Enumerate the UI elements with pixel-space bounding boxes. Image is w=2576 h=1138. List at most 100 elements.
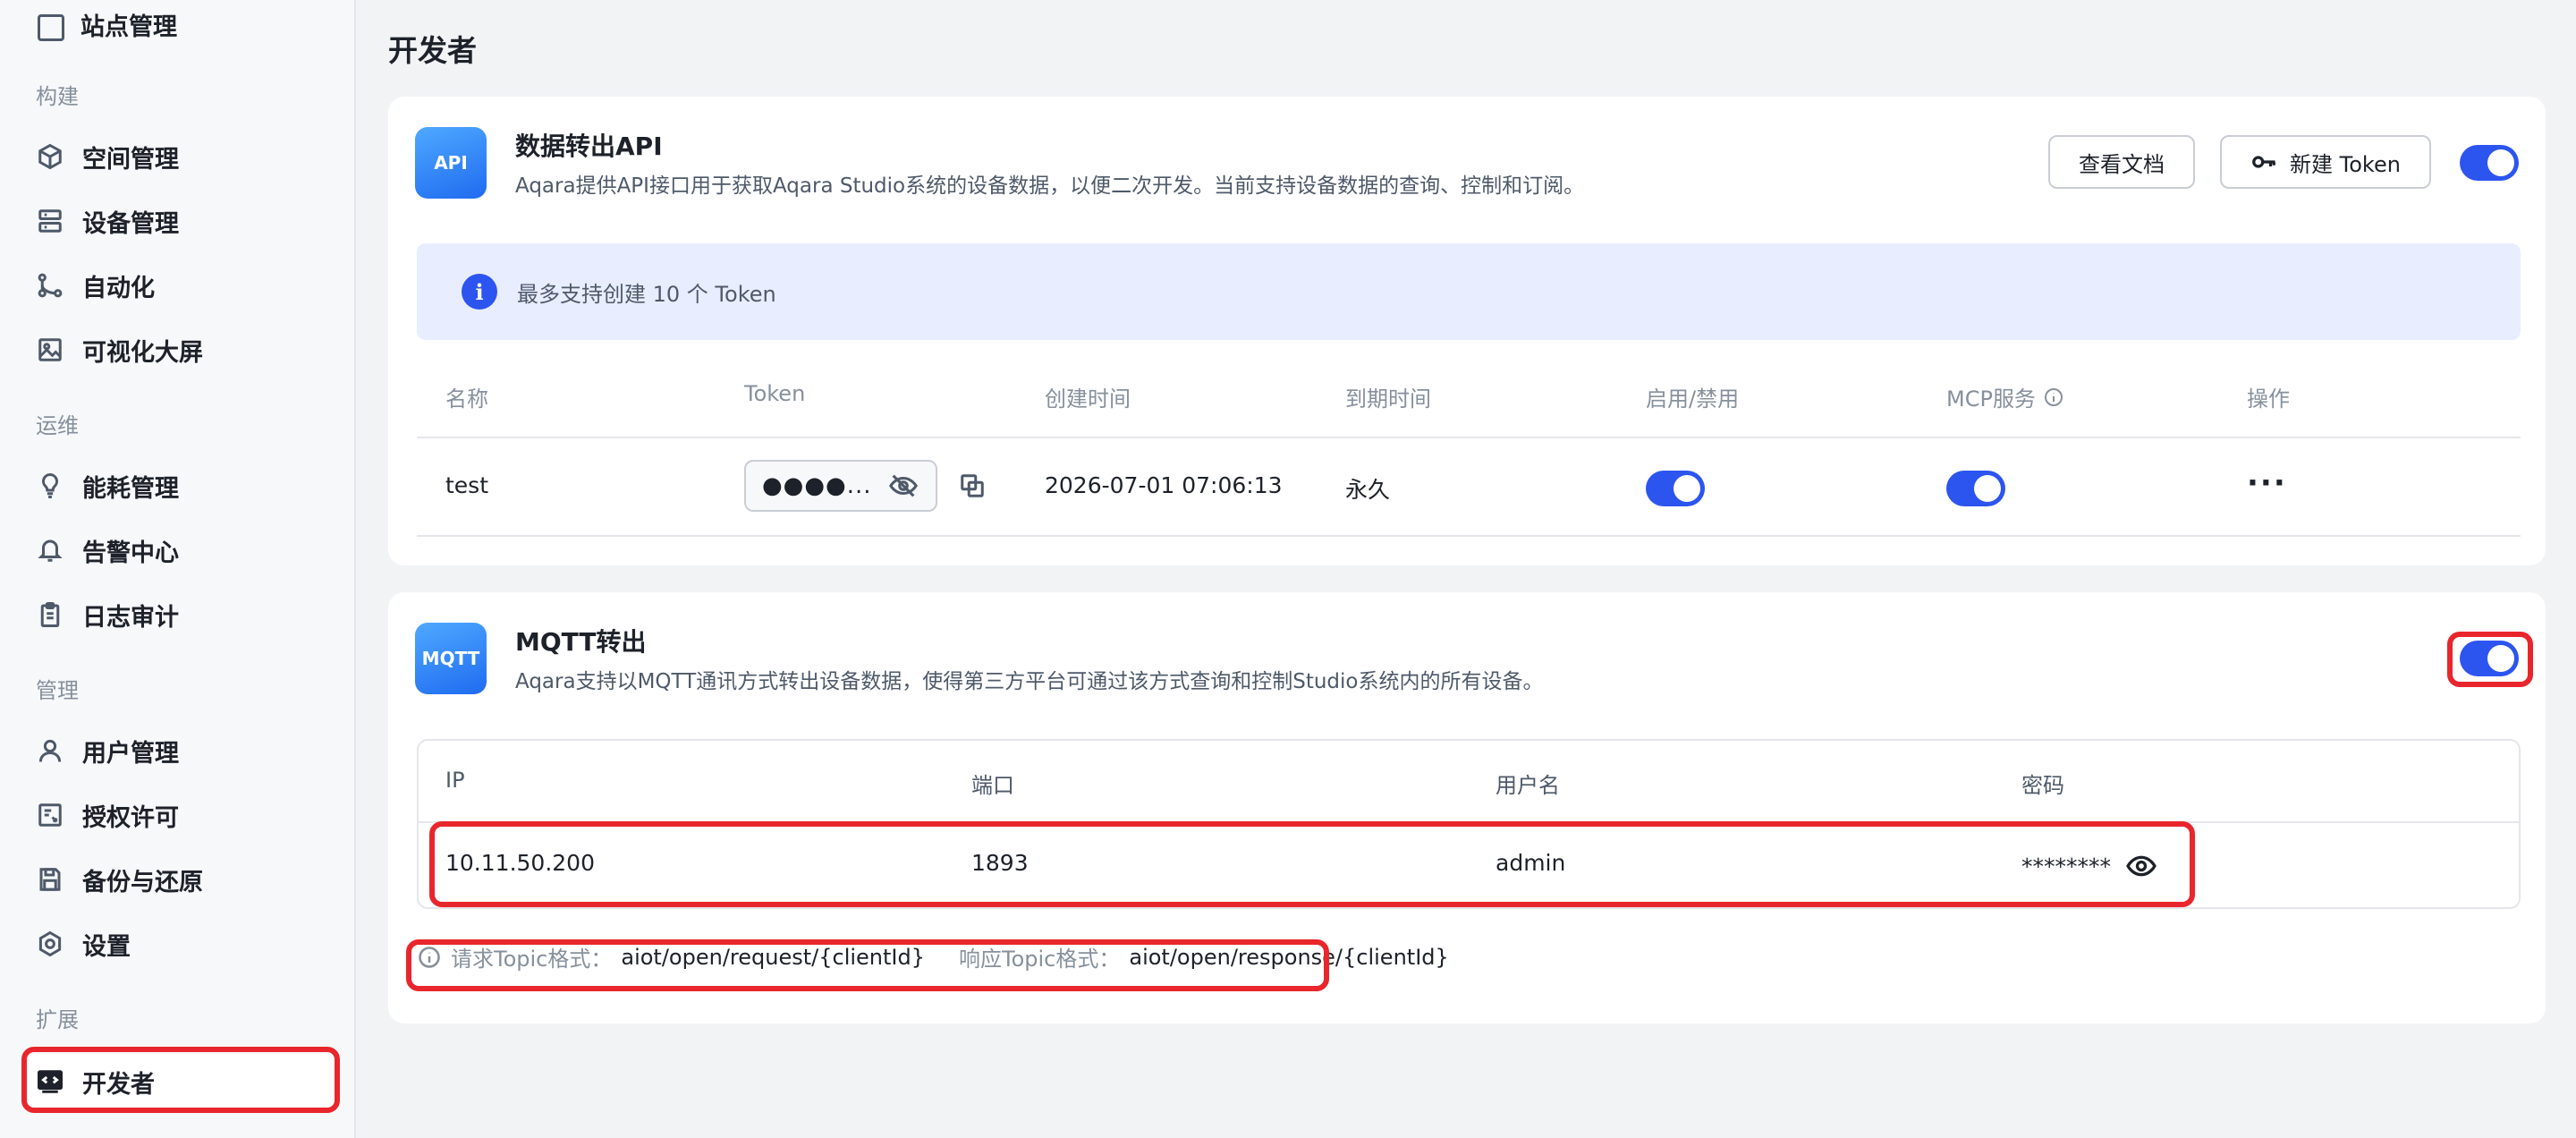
key-icon bbox=[2250, 149, 2277, 175]
token-limit-notice: i 最多支持创建 10 个 Token bbox=[417, 243, 2521, 340]
col-header-created: 创建时间 bbox=[1045, 386, 1131, 412]
mqtt-port-value: 1893 bbox=[971, 850, 1029, 876]
eye-off-icon[interactable] bbox=[881, 471, 919, 501]
token-created-time: 2026-07-01 07:06:13 bbox=[1045, 472, 1283, 498]
bulb-icon bbox=[36, 471, 64, 500]
sidebar-item-devices[interactable]: 设备管理 bbox=[23, 193, 336, 249]
sidebar-item-settings[interactable]: 设置 bbox=[23, 916, 336, 972]
new-token-button[interactable]: 新建 Token bbox=[2220, 135, 2431, 189]
col-header-username: 用户名 bbox=[1496, 773, 1560, 798]
sidebar-item-label: 可视化大屏 bbox=[82, 338, 203, 367]
api-badge-icon: API bbox=[415, 127, 487, 199]
server-icon bbox=[36, 207, 64, 235]
mqtt-config-table: IP 端口 用户名 密码 10.11.50.200 1893 admin ***… bbox=[417, 739, 2521, 909]
sidebar-group-manage: 管理 bbox=[36, 678, 79, 703]
sidebar-item-alarm[interactable]: 告警中心 bbox=[23, 522, 336, 578]
col-header-token: Token bbox=[744, 381, 806, 406]
sidebar-item-license[interactable]: 授权许可 bbox=[23, 787, 336, 843]
col-header-actions: 操作 bbox=[2247, 386, 2290, 412]
api-title: 数据转出API bbox=[515, 132, 663, 161]
view-docs-button[interactable]: 查看文档 bbox=[2048, 135, 2195, 189]
sidebar-item-backup[interactable]: 备份与还原 bbox=[23, 852, 336, 907]
user-icon bbox=[36, 736, 64, 765]
sidebar-item-label: 设置 bbox=[82, 932, 131, 961]
cube-icon bbox=[36, 142, 64, 171]
mqtt-card: MQTT MQTT转出 Aqara支持以MQTT通讯方式转出设备数据，使得第三方… bbox=[388, 592, 2546, 1023]
col-header-name: 名称 bbox=[445, 386, 488, 412]
token-masked-value: ●●●●... bbox=[762, 472, 872, 499]
sidebar-group-extend: 扩展 bbox=[36, 1007, 79, 1032]
more-actions-button[interactable]: ··· bbox=[2247, 465, 2287, 501]
sidebar-item-label: 自动化 bbox=[82, 274, 155, 302]
save-icon bbox=[36, 865, 64, 894]
mqtt-title: MQTT转出 bbox=[515, 627, 647, 657]
sidebar-item-label: 授权许可 bbox=[82, 803, 179, 832]
sidebar-item-automation[interactable]: 自动化 bbox=[23, 258, 336, 313]
sidebar-item-site-management[interactable]: 站点管理 bbox=[38, 5, 177, 41]
sidebar-item-label: 用户管理 bbox=[82, 739, 179, 768]
col-header-enable: 启用/禁用 bbox=[1646, 386, 1740, 412]
api-card: API 数据转出API Aqara提供API接口用于获取Aqara Studio… bbox=[388, 97, 2546, 565]
col-header-expires: 到期时间 bbox=[1345, 386, 1431, 412]
table-row-divider bbox=[417, 535, 2521, 537]
sidebar-item-audit[interactable]: 日志审计 bbox=[23, 587, 336, 642]
topic-format-info: 请求Topic格式： aiot/open/request/{clientId} … bbox=[417, 941, 1449, 972]
token-value-field: ●●●●... bbox=[744, 460, 937, 512]
sidebar-item-label: 备份与还原 bbox=[82, 868, 203, 896]
sidebar-item-label: 能耗管理 bbox=[82, 474, 179, 503]
mqtt-badge-icon: MQTT bbox=[415, 623, 487, 694]
automation-icon bbox=[36, 271, 64, 300]
mcp-service-toggle[interactable] bbox=[1946, 471, 2005, 506]
notice-text: 最多支持创建 10 个 Token bbox=[517, 281, 776, 307]
request-topic-value: aiot/open/request/{clientId} bbox=[621, 944, 925, 970]
site-icon bbox=[38, 14, 64, 41]
sidebar: 站点管理 构建 空间管理 设备管理 自动化 可视化大屏 运维 能耗管理 告警中心… bbox=[0, 0, 356, 1138]
mqtt-header-divider bbox=[419, 821, 2519, 823]
mqtt-ip-value: 10.11.50.200 bbox=[445, 850, 595, 876]
page-title: 开发者 bbox=[388, 33, 477, 68]
info-icon: i bbox=[462, 274, 497, 310]
license-icon bbox=[36, 801, 64, 829]
col-header-password: 密码 bbox=[2021, 773, 2064, 798]
new-token-label: 新建 Token bbox=[2290, 151, 2401, 177]
sidebar-item-space[interactable]: 空间管理 bbox=[23, 129, 336, 184]
token-enable-toggle[interactable] bbox=[1646, 471, 1705, 506]
sidebar-group-ops: 运维 bbox=[36, 413, 79, 438]
bell-icon bbox=[36, 536, 64, 565]
response-topic-value: aiot/open/response/{clientId} bbox=[1129, 944, 1449, 970]
col-header-mcp: MCP服务 bbox=[1946, 381, 2064, 412]
eye-icon[interactable] bbox=[2125, 850, 2157, 882]
mqtt-password-value: ******** bbox=[2021, 853, 2111, 879]
image-icon bbox=[36, 335, 64, 364]
mqtt-description: Aqara支持以MQTT通讯方式转出设备数据，使得第三方平台可通过该方式查询和控… bbox=[515, 670, 1544, 693]
sidebar-item-label: 告警中心 bbox=[82, 539, 179, 567]
mqtt-username-value: admin bbox=[1496, 850, 1566, 876]
sidebar-item-users[interactable]: 用户管理 bbox=[23, 723, 336, 778]
copy-icon[interactable] bbox=[959, 472, 986, 503]
code-icon bbox=[36, 1067, 64, 1096]
mqtt-password-cell: ******** bbox=[2021, 850, 2157, 882]
sidebar-group-build: 构建 bbox=[36, 84, 79, 109]
clipboard-icon bbox=[36, 600, 64, 629]
token-name: test bbox=[445, 472, 489, 498]
sidebar-item-developer[interactable]: 开发者 bbox=[23, 1054, 336, 1109]
sidebar-item-label: 设备管理 bbox=[82, 209, 179, 238]
api-enable-toggle[interactable] bbox=[2460, 145, 2519, 181]
table-header-divider bbox=[417, 437, 2521, 438]
col-header-mcp-label: MCP服务 bbox=[1946, 386, 2036, 412]
sidebar-item-energy[interactable]: 能耗管理 bbox=[23, 458, 336, 514]
response-topic-label: 响应Topic格式： bbox=[959, 947, 1121, 972]
request-topic-label: 请求Topic格式： bbox=[451, 947, 613, 972]
api-description: Aqara提供API接口用于获取Aqara Studio系统的设备数据，以便二次… bbox=[515, 174, 1585, 198]
mqtt-enable-toggle[interactable] bbox=[2460, 641, 2519, 676]
col-header-port: 端口 bbox=[971, 773, 1014, 798]
hexagon-gear-icon bbox=[36, 930, 64, 958]
sidebar-item-label: 开发者 bbox=[82, 1070, 155, 1099]
view-docs-label: 查看文档 bbox=[2079, 151, 2165, 177]
sidebar-item-label: 日志审计 bbox=[82, 603, 179, 632]
sidebar-item-label: 站点管理 bbox=[80, 13, 177, 41]
token-expire-time: 永久 bbox=[1345, 477, 1391, 503]
col-header-ip: IP bbox=[445, 768, 465, 793]
info-outline-icon[interactable] bbox=[2043, 386, 2064, 408]
sidebar-item-dashboard[interactable]: 可视化大屏 bbox=[23, 322, 336, 378]
